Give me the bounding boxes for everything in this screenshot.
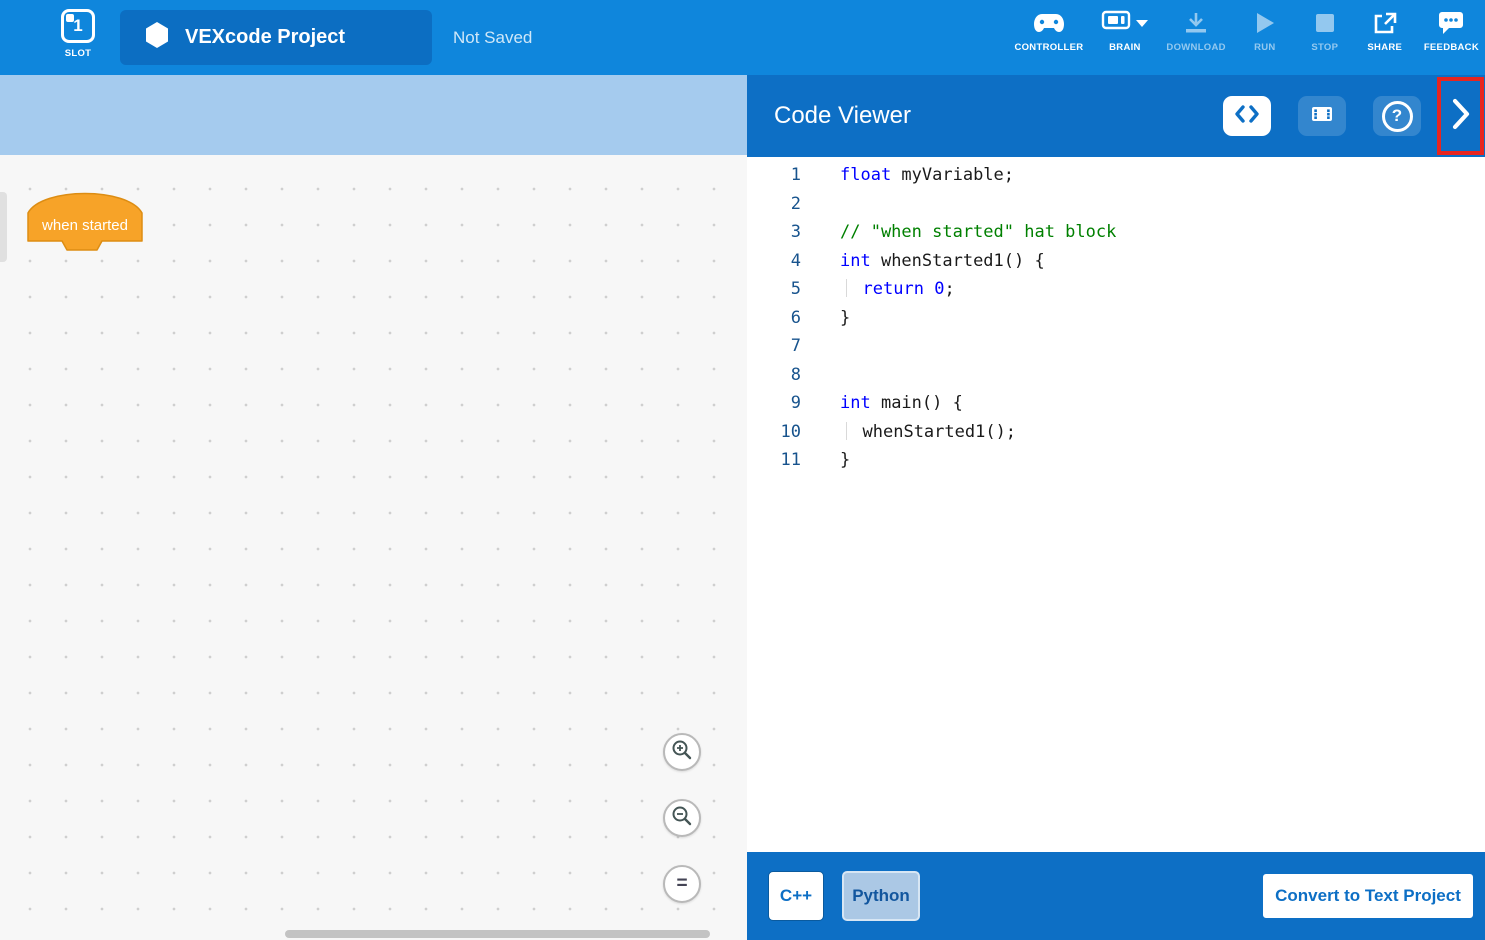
chevron-right-icon (1450, 97, 1472, 136)
brain-button[interactable]: BRAIN (1101, 9, 1148, 53)
line-content: } (801, 446, 850, 475)
feedback-icon (1437, 9, 1465, 37)
slot-button[interactable]: 1 SLOT (55, 9, 101, 59)
stop-icon (1315, 9, 1335, 37)
line-content: int whenStarted1() { (801, 247, 1045, 276)
slot-number: 1 (73, 16, 82, 36)
line-content (801, 190, 840, 219)
zoom-reset-icon: = (676, 873, 687, 895)
brain-icon (1101, 10, 1131, 37)
when-started-block[interactable]: when started (26, 183, 144, 263)
code-area[interactable]: 1float myVariable;23// "when started" ha… (747, 157, 1485, 852)
code-lines: 1float myVariable;23// "when started" ha… (747, 161, 1485, 475)
python-tab[interactable]: Python (842, 871, 920, 921)
code-line: 9int main() { (747, 389, 1485, 418)
code-line: 5return 0; (747, 275, 1485, 304)
line-number: 5 (747, 275, 801, 304)
project-name-button[interactable]: VEXcode Project (120, 10, 432, 65)
toolbox-edge (0, 192, 7, 262)
line-content: // "when started" hat block (801, 218, 1116, 247)
feedback-label: FEEDBACK (1424, 42, 1479, 53)
line-number: 3 (747, 218, 801, 247)
horizontal-scrollbar[interactable] (285, 930, 710, 938)
line-number: 1 (747, 161, 801, 190)
line-number: 10 (747, 418, 801, 447)
line-number: 7 (747, 332, 801, 361)
help-button[interactable]: ? (1373, 96, 1421, 136)
tutorials-button[interactable] (1298, 96, 1346, 136)
line-number: 6 (747, 304, 801, 333)
code-viewer-title: Code Viewer (774, 102, 911, 130)
controller-label: CONTROLLER (1014, 42, 1083, 53)
code-viewer-panel: Code Viewer ? 1float myVariable;23// (747, 75, 1485, 940)
zoom-out-button[interactable] (663, 799, 701, 837)
line-content: float myVariable; (801, 161, 1014, 190)
topbar: 1 SLOT VEXcode Project Not Saved CONTROL… (0, 0, 1485, 75)
run-button[interactable]: RUN (1244, 9, 1286, 53)
project-title: VEXcode Project (185, 26, 345, 49)
code-line: 3// "when started" hat block (747, 218, 1485, 247)
stop-label: STOP (1311, 42, 1338, 53)
stop-button[interactable]: STOP (1304, 9, 1346, 53)
line-number: 11 (747, 446, 801, 475)
zoom-reset-button[interactable]: = (663, 865, 701, 903)
line-content: int main() { (801, 389, 963, 418)
share-label: SHARE (1367, 42, 1402, 53)
share-icon (1372, 9, 1398, 37)
brain-label: BRAIN (1109, 42, 1141, 53)
toolbox-band (0, 75, 747, 155)
run-label: RUN (1254, 42, 1275, 53)
zoom-in-button[interactable] (663, 733, 701, 771)
code-line: 11} (747, 446, 1485, 475)
download-icon (1183, 9, 1209, 37)
help-icon: ? (1382, 101, 1413, 132)
slot-label: SLOT (65, 48, 92, 59)
controller-button[interactable]: CONTROLLER (1014, 9, 1083, 53)
line-number: 8 (747, 361, 801, 390)
download-label: DOWNLOAD (1166, 42, 1225, 53)
line-number: 4 (747, 247, 801, 276)
code-viewer-header: Code Viewer ? (747, 75, 1485, 157)
save-status: Not Saved (453, 0, 532, 75)
when-started-label: when started (41, 217, 128, 234)
line-number: 2 (747, 190, 801, 219)
share-button[interactable]: SHARE (1364, 9, 1406, 53)
line-number: 9 (747, 389, 801, 418)
code-line: 7 (747, 332, 1485, 361)
topbar-actions: CONTROLLER BRAIN DOWNLOAD RUN (1014, 9, 1479, 53)
collapse-panel-button[interactable] (1437, 77, 1484, 155)
code-line: 4int whenStarted1() { (747, 247, 1485, 276)
code-line: 2 (747, 190, 1485, 219)
download-button[interactable]: DOWNLOAD (1166, 9, 1225, 53)
cpp-tab[interactable]: C++ (768, 871, 824, 921)
workspace-canvas[interactable]: when started = (0, 155, 747, 940)
line-content (801, 332, 840, 361)
code-viewer-header-icons: ? (1223, 75, 1421, 157)
feedback-button[interactable]: FEEDBACK (1424, 9, 1479, 53)
line-content: } (801, 304, 850, 333)
code-toggle-button[interactable] (1223, 96, 1271, 136)
code-line: 6} (747, 304, 1485, 333)
code-line: 8 (747, 361, 1485, 390)
line-content: return 0; (801, 275, 955, 304)
line-content: whenStarted1(); (801, 418, 1016, 447)
zoom-out-icon (671, 805, 693, 832)
line-content (801, 361, 840, 390)
film-icon (1311, 105, 1333, 128)
convert-to-text-button[interactable]: Convert to Text Project (1261, 872, 1475, 920)
code-viewer-footer: C++ Python Convert to Text Project (747, 852, 1485, 940)
code-line: 1float myVariable; (747, 161, 1485, 190)
code-icon (1234, 104, 1260, 129)
play-icon (1254, 9, 1276, 37)
zoom-in-icon (671, 739, 693, 766)
hexagon-icon (144, 21, 170, 54)
code-line: 10whenStarted1(); (747, 418, 1485, 447)
gamepad-icon (1033, 9, 1065, 37)
chevron-down-icon (1136, 20, 1148, 27)
slot-corner-mark (66, 14, 74, 22)
slot-icon: 1 (61, 9, 95, 43)
